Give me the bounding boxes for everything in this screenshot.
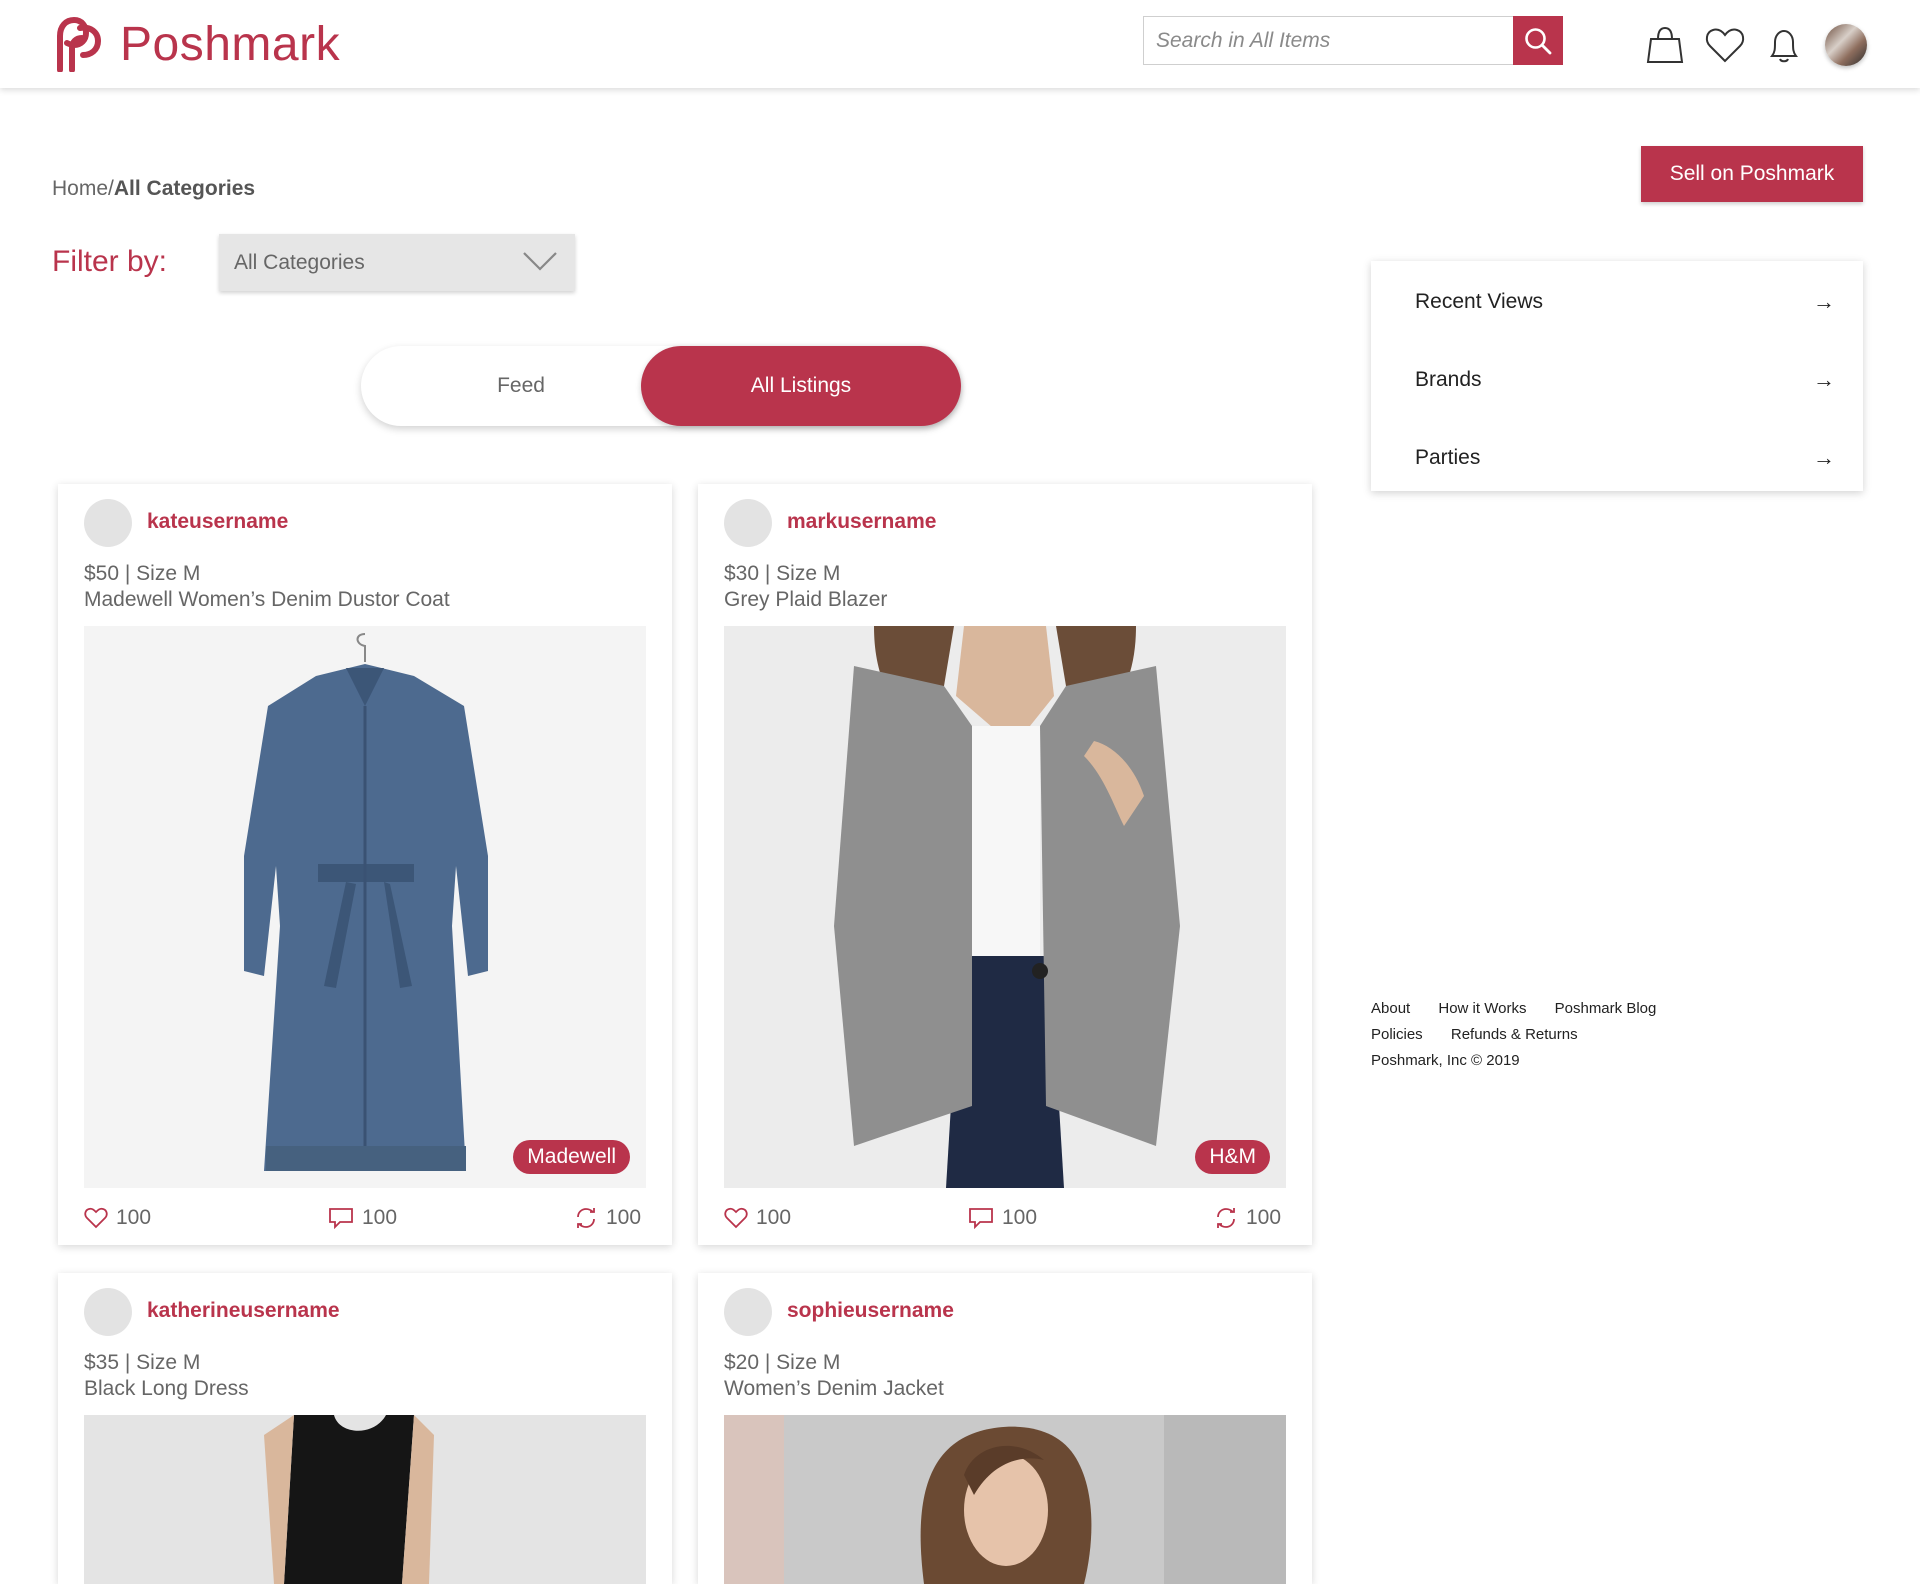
comment-action[interactable]: 100 [968,1206,1037,1230]
seller-username[interactable]: markusername [787,510,936,534]
brand-badge[interactable]: Madewell [513,1140,630,1174]
listing-title[interactable]: Women’s Denim Jacket [724,1377,944,1401]
seller-avatar[interactable] [724,1288,772,1336]
brand-badge[interactable]: H&M [1195,1140,1270,1174]
listing-card[interactable]: sophieusername $20 | Size M Women’s Deni… [698,1273,1312,1584]
listing-photo[interactable]: H&M [724,626,1286,1188]
arrow-right-icon: → [1813,445,1835,470]
bell-icon [1770,29,1798,63]
listing-title[interactable]: Grey Plaid Blazer [724,588,887,612]
listing-price-size: $50 | Size M [84,562,201,585]
like-count: 100 [756,1206,792,1229]
side-item-brands[interactable]: Brands → [1415,360,1835,400]
brand-name: Poshmark [120,17,341,71]
footer-link-how-it-works[interactable]: How it Works [1438,1000,1526,1017]
chevron-down-icon [523,252,557,271]
breadcrumb-home[interactable]: Home/ [52,177,114,200]
side-panel: Recent Views → Brands → Parties → [1371,261,1863,491]
share-action[interactable]: 100 [574,1206,641,1230]
likes-button[interactable] [1702,22,1748,68]
heart-icon [84,1207,108,1229]
heart-icon [1705,28,1745,63]
listing-photo[interactable] [84,1415,646,1584]
listing-price-size: $20 | Size M [724,1351,841,1374]
listing-title[interactable]: Madewell Women’s Denim Dustor Coat [84,588,450,612]
like-action[interactable]: 100 [724,1206,791,1230]
comment-action[interactable]: 100 [328,1206,397,1230]
plaid-blazer-image [834,626,1180,1188]
listing-stats: 100 100 100 [724,1206,1286,1236]
listing-price-size: $35 | Size M [84,1351,201,1374]
denim-coat-image [244,633,488,1171]
poshmark-logo[interactable]: Poshmark [50,16,340,72]
search-input[interactable] [1143,16,1513,65]
view-toggle: Feed All Listings [361,346,961,426]
share-count: 100 [606,1206,642,1229]
shopping-bag-button[interactable] [1642,22,1688,68]
side-item-recent-views[interactable]: Recent Views → [1415,282,1835,322]
footer: About How it Works Poshmark Blog Policie… [1371,996,1680,1074]
category-select-value: All Categories [234,250,365,274]
comment-icon [329,1208,353,1229]
listing-photo[interactable]: Madewell [84,626,646,1188]
denim-jacket-image [724,1415,1286,1584]
top-header: Poshmark [0,0,1920,88]
poshmark-logo-icon [57,16,102,72]
listing-price-size: $30 | Size M [724,562,841,585]
breadcrumb-current: All Categories [113,177,256,200]
share-action[interactable]: 100 [1214,1206,1281,1230]
seller-username[interactable]: kateusername [147,510,288,534]
category-select[interactable]: All Categories [219,234,575,291]
seller-username[interactable]: sophieusername [787,1299,954,1323]
side-item-label: Recent Views [1415,290,1544,313]
share-icon [1217,1208,1235,1228]
listing-card[interactable]: markusername $30 | Size M Grey Plaid Bla… [698,484,1312,1245]
listing-card[interactable]: kateusername $50 | Size M Madewell Women… [58,484,672,1245]
notifications-button[interactable] [1761,22,1807,68]
search-icon [1525,27,1552,54]
share-count: 100 [1246,1206,1282,1229]
profile-avatar[interactable] [1825,24,1867,66]
filter-label: Filter by: [52,245,168,278]
tab-all-listings[interactable]: All Listings [641,346,961,426]
breadcrumb: Home/All Categories [52,177,255,201]
side-item-parties[interactable]: Parties → [1415,438,1835,478]
seller-username[interactable]: katherineusername [147,1299,340,1323]
like-count: 100 [116,1206,152,1229]
arrow-right-icon: → [1813,367,1835,392]
black-dress-image [264,1415,434,1584]
footer-link-policies[interactable]: Policies [1371,1026,1423,1043]
listing-stats: 100 100 100 [84,1206,646,1236]
shopping-bag-icon [1646,26,1684,63]
comment-count: 100 [362,1206,398,1229]
listing-photo[interactable] [724,1415,1286,1584]
footer-link-blog[interactable]: Poshmark Blog [1555,1000,1657,1017]
arrow-right-icon: → [1813,289,1835,314]
tab-feed[interactable]: Feed [361,346,681,426]
comment-count: 100 [1002,1206,1038,1229]
listing-card[interactable]: katherineusername $35 | Size M Black Lon… [58,1273,672,1584]
seller-avatar[interactable] [724,499,772,547]
search-bar [1143,16,1563,65]
share-icon [577,1208,595,1228]
heart-icon [724,1207,748,1229]
search-button[interactable] [1513,16,1563,65]
like-action[interactable]: 100 [84,1206,151,1230]
footer-link-refunds[interactable]: Refunds & Returns [1451,1026,1578,1043]
seller-avatar[interactable] [84,1288,132,1336]
listing-title[interactable]: Black Long Dress [84,1377,249,1401]
footer-copyright: Poshmark, Inc © 2019 [1371,1052,1520,1069]
footer-link-about[interactable]: About [1371,1000,1410,1017]
side-item-label: Parties [1415,446,1481,469]
side-item-label: Brands [1415,368,1482,391]
sell-button[interactable]: Sell on Poshmark [1641,146,1863,202]
seller-avatar[interactable] [84,499,132,547]
comment-icon [969,1208,993,1229]
